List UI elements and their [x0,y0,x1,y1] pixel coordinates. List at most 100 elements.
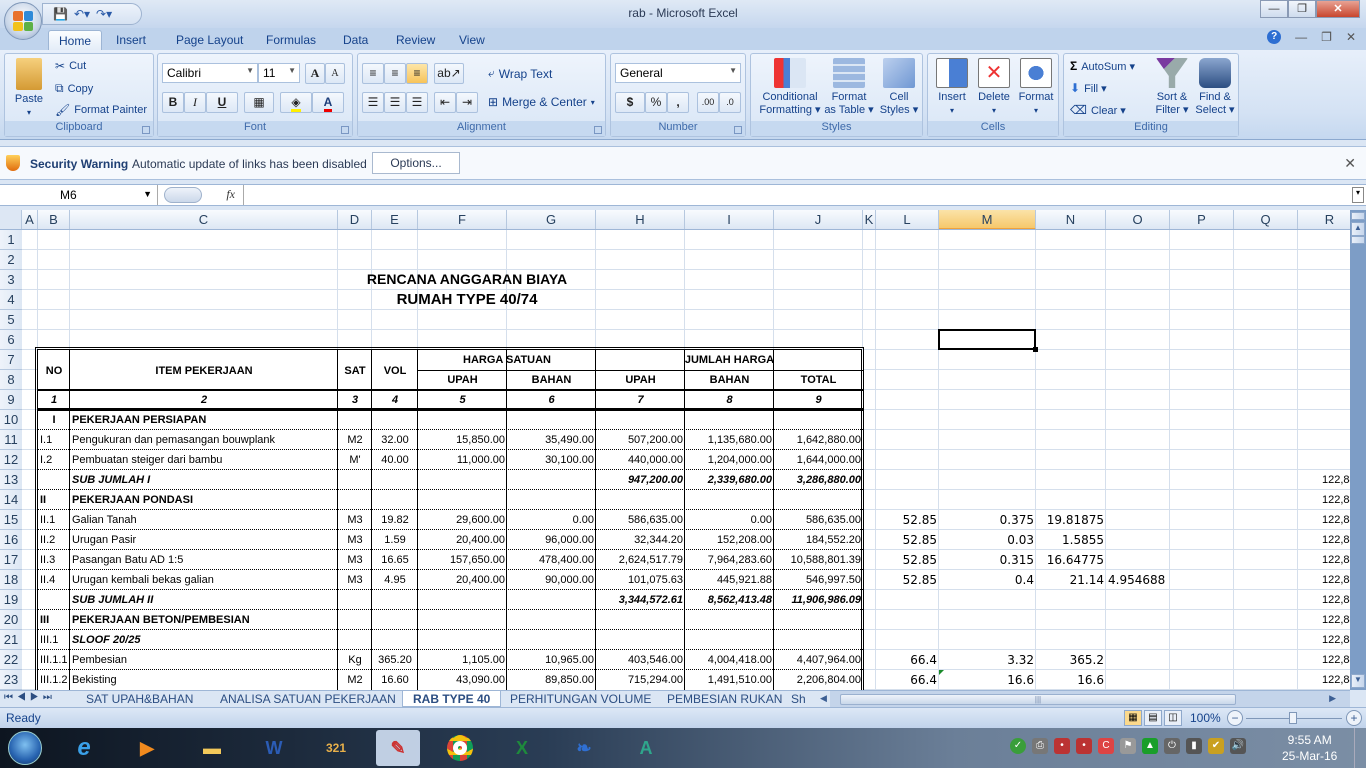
tab-formulas[interactable]: Formulas [256,30,326,50]
underline-button[interactable]: U [206,92,238,113]
scroll-up-icon[interactable]: ▲ [1351,222,1365,236]
calc-cell[interactable]: 16.6 [939,670,1036,690]
format-painter-button[interactable]: 🖌 Format Painter [55,103,147,117]
clock[interactable]: 9:55 AM 25-Mar-16 [1282,732,1337,764]
col-r-cell[interactable]: 122,84 [1298,590,1350,610]
vertical-scrollbar[interactable]: ▲ ▼ [1350,210,1366,690]
ccleaner-icon[interactable]: C [1098,738,1114,754]
workbook-close-icon[interactable]: ✕ [1346,30,1356,44]
conditional-formatting-button[interactable]: Conditional Formatting ▾ [755,58,825,117]
column-header-b[interactable]: B [38,210,70,229]
column-header-k[interactable]: K [863,210,876,229]
triangle-app-icon[interactable]: ▲ [1142,738,1158,754]
row-header-2[interactable]: 2 [0,250,22,270]
row-header-5[interactable]: 5 [0,310,22,330]
horizontal-scrollbar[interactable]: ◀ ||| ▶ [820,690,1350,707]
row-header-15[interactable]: 15 [0,510,22,530]
row-header-11[interactable]: 11 [0,430,22,450]
workbook-restore-icon[interactable]: ❐ [1321,30,1332,44]
zoom-in-icon[interactable]: + [1346,710,1362,726]
calc-cell[interactable]: 16.64775 [1036,550,1106,570]
save-icon[interactable]: 💾 [53,7,68,21]
calc-cell[interactable]: 52.85 [876,570,939,590]
action-center-flag-icon[interactable]: ⚑ [1120,738,1136,754]
power-icon[interactable]: ⏻ [1164,738,1180,754]
autocad-icon[interactable]: A [624,730,668,766]
row-header-23[interactable]: 23 [0,670,22,690]
row-header-20[interactable]: 20 [0,610,22,630]
zoom-out-icon[interactable]: − [1227,710,1243,726]
col-r-cell[interactable]: 122,84 [1298,610,1350,630]
calc-cell[interactable]: 21.14 [1036,570,1106,590]
font-size-combo[interactable]: 11 ▼ [258,63,300,83]
checkmark-icon[interactable]: ✓ [1010,738,1026,754]
decrease-decimal-button[interactable]: .0 [719,92,741,113]
alignment-launcher-icon[interactable] [594,126,602,134]
calc-cell[interactable]: 0.375 [939,510,1036,530]
formula-input[interactable] [246,187,1346,203]
column-header-l[interactable]: L [876,210,939,229]
col-r-cell[interactable]: 122,84 [1298,670,1350,690]
column-header-q[interactable]: Q [1234,210,1298,229]
row-header-21[interactable]: 21 [0,630,22,650]
column-header-j[interactable]: J [774,210,863,229]
column-header-r[interactable]: R [1298,210,1350,229]
number-format-combo[interactable]: General ▼ [615,63,741,83]
calc-cell[interactable]: 52.85 [876,510,939,530]
tab-review[interactable]: Review [386,30,445,50]
clear-button[interactable]: ⌫ Clear ▾ [1070,103,1126,117]
sheet-tab[interactable]: PEMBESIAN RUKAN [657,691,792,707]
help-icon[interactable]: ? [1267,30,1282,44]
normal-view-icon[interactable]: ▦ [1124,710,1142,726]
redo-icon[interactable]: ↷▾ [96,7,112,21]
folder-icon[interactable]: ▬ [190,730,234,766]
cell-styles-button[interactable]: Cell Styles ▾ [877,58,921,117]
tab-view[interactable]: View [449,30,495,50]
expand-formula-bar-icon[interactable]: ▾ [1352,187,1364,203]
row-header-22[interactable]: 22 [0,650,22,670]
row-header-13[interactable]: 13 [0,470,22,490]
split-box-icon[interactable] [1351,212,1365,220]
format-cells-button[interactable]: Format ▾ [1016,58,1056,117]
paste-button[interactable]: Paste ▾ [9,58,49,119]
close-icon[interactable]: ✕ [1344,155,1356,172]
col-r-cell[interactable]: 122,84 [1298,550,1350,570]
tab-insert[interactable]: Insert [106,30,156,50]
select-all-button[interactable] [0,210,22,229]
printer-icon[interactable]: ⎙ [1032,738,1048,754]
calc-cell[interactable]: 66.4 [876,670,939,690]
number-launcher-icon[interactable] [734,126,742,134]
column-header-h[interactable]: H [596,210,685,229]
row-header-12[interactable]: 12 [0,450,22,470]
clipboard-launcher-icon[interactable] [142,126,150,134]
copy-button[interactable]: ⧉ Copy [55,81,93,96]
calc-cell[interactable]: 365.2 [1036,650,1106,670]
format-as-table-button[interactable]: Format as Table ▾ [823,58,875,117]
percent-button[interactable]: % [645,92,667,113]
row-header-9[interactable]: 9 [0,390,22,410]
column-header-n[interactable]: N [1036,210,1106,229]
row-header-17[interactable]: 17 [0,550,22,570]
row-header-16[interactable]: 16 [0,530,22,550]
restore-button[interactable]: ❐ [1288,0,1316,18]
row-header-14[interactable]: 14 [0,490,22,510]
page-break-view-icon[interactable]: ◫ [1164,710,1182,726]
calc-cell[interactable] [1106,530,1170,550]
tab-data[interactable]: Data [333,30,378,50]
column-header-p[interactable]: P [1170,210,1234,229]
col-r-cell[interactable]: 122,84 [1298,470,1350,490]
increase-indent-button[interactable]: ⇥ [456,92,478,113]
column-header-a[interactable]: A [22,210,38,229]
sheet-title[interactable]: RENCANA ANGGARAN BIAYA [70,271,864,287]
align-top-button[interactable]: ≡ [362,63,384,84]
bold-button[interactable]: B [162,92,184,113]
calc-cell[interactable] [1106,510,1170,530]
column-header-i[interactable]: I [685,210,774,229]
name-box[interactable]: M6 ▼ [0,185,158,205]
scroll-right-icon[interactable]: ▶ [1329,693,1336,704]
calc-cell[interactable] [1106,650,1170,670]
row-header-18[interactable]: 18 [0,570,22,590]
column-header-o[interactable]: O [1106,210,1170,229]
calc-cell[interactable]: 0.03 [939,530,1036,550]
align-left-button[interactable]: ☰ [362,92,384,113]
